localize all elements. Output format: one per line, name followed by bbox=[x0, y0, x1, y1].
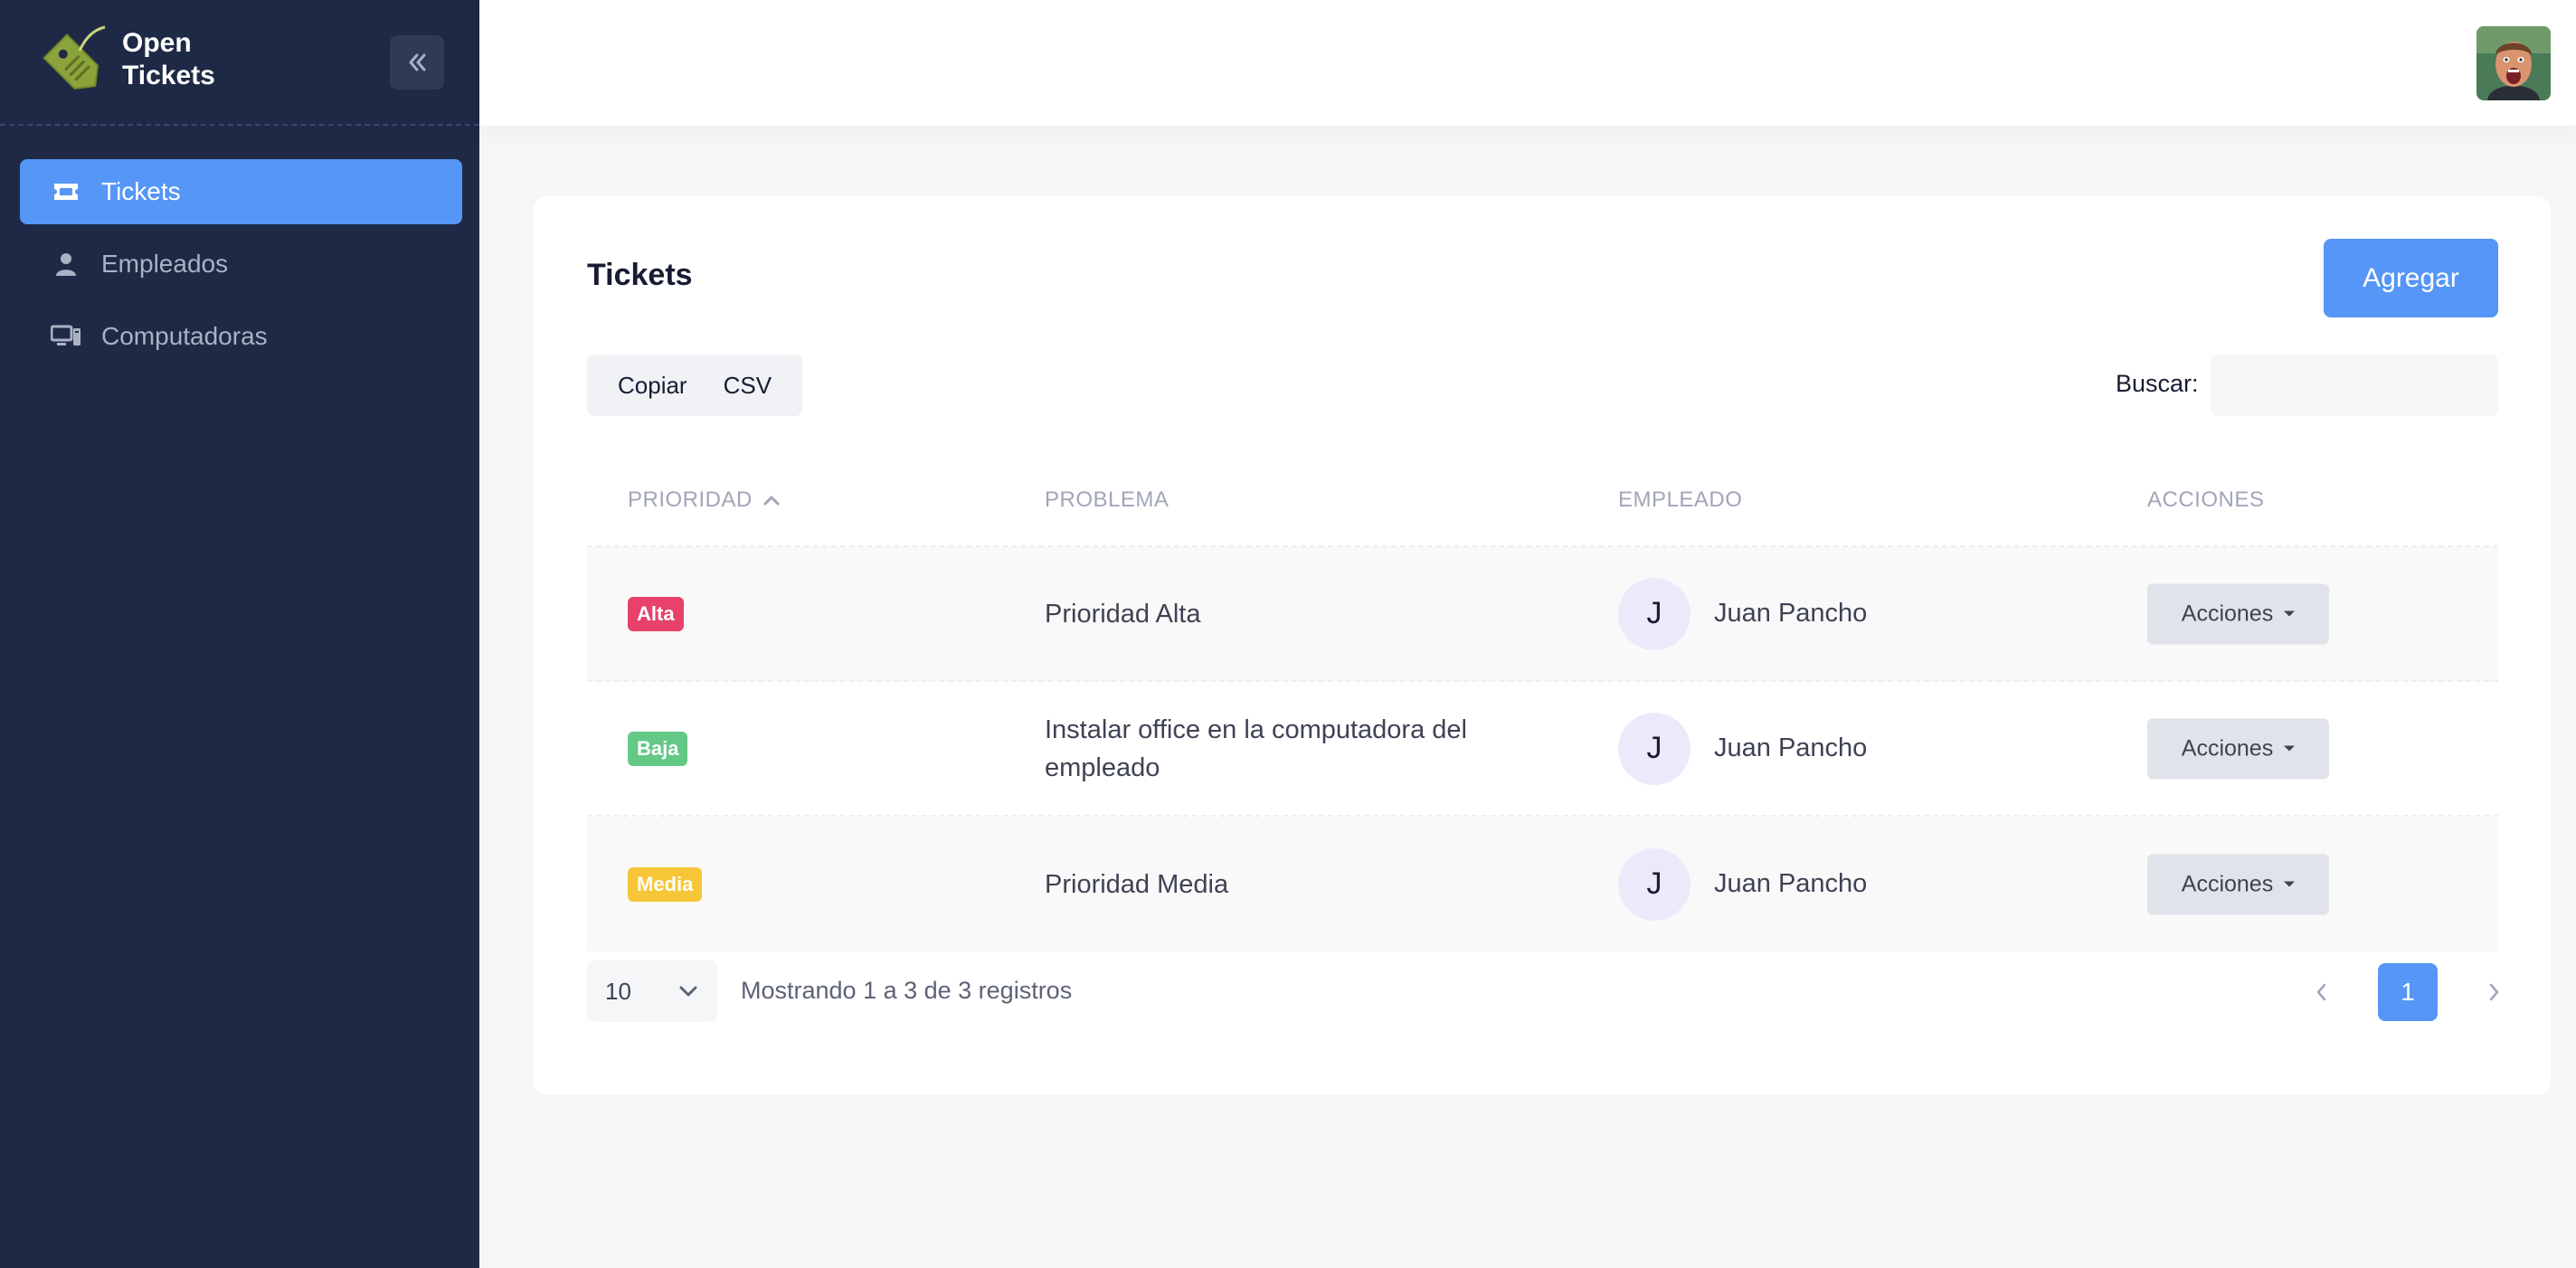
tag-logo-icon[interactable] bbox=[33, 24, 110, 101]
search-input[interactable] bbox=[2211, 355, 2498, 416]
copy-button[interactable]: Copiar bbox=[587, 372, 718, 400]
priority-cell: Media bbox=[628, 866, 703, 902]
page-title: Tickets bbox=[587, 258, 693, 292]
export-buttons: Copiar CSV bbox=[587, 355, 803, 416]
sidebar-item-label: Empleados bbox=[101, 250, 229, 278]
sidebar-header: Open Tickets bbox=[0, 0, 479, 126]
employee-name: Juan Pancho bbox=[1714, 869, 1868, 898]
tickets-table: PRIORIDAD PROBLEMA EMPLEADO ACCIONES Alt… bbox=[587, 451, 2498, 951]
employee-avatar: J bbox=[1618, 712, 1690, 785]
actions-label: Acciones bbox=[2181, 871, 2274, 896]
caret-down-icon bbox=[2284, 610, 2296, 617]
page-length-value: 10 bbox=[605, 977, 631, 1005]
employee-name: Juan Pancho bbox=[1714, 733, 1868, 762]
chevron-right-icon bbox=[2489, 983, 2499, 1001]
column-header-problema[interactable]: PROBLEMA bbox=[1045, 487, 1169, 513]
problem-cell: Prioridad Media bbox=[1045, 869, 1229, 899]
person-icon bbox=[51, 249, 81, 279]
caret-down-icon bbox=[2284, 745, 2296, 752]
app-name-line2: Tickets bbox=[122, 61, 215, 90]
column-header-label: PRIORIDAD bbox=[628, 487, 753, 512]
collapse-sidebar-button[interactable] bbox=[390, 35, 444, 90]
actions-label: Acciones bbox=[2181, 601, 2274, 626]
priority-badge: Media bbox=[628, 866, 703, 902]
caret-down-icon bbox=[2284, 881, 2296, 887]
chevron-down-icon bbox=[679, 986, 697, 997]
sidebar-item-empleados[interactable]: Empleados bbox=[20, 232, 462, 297]
sidebar-nav: Tickets Empleados Computadoras bbox=[0, 126, 479, 369]
problem-cell: Instalar office en la computadora del em… bbox=[1045, 714, 1467, 782]
actions-dropdown-button[interactable]: Acciones bbox=[2147, 718, 2329, 779]
table-row: Alta Prioridad Alta J Juan Pancho Accion… bbox=[587, 547, 2498, 682]
sidebar-item-tickets[interactable]: Tickets bbox=[20, 159, 462, 224]
problem-cell: Prioridad Alta bbox=[1045, 599, 1201, 629]
app-name-line1: Open bbox=[122, 28, 192, 58]
priority-badge: Baja bbox=[628, 731, 688, 766]
actions-cell: Acciones bbox=[2147, 854, 2329, 914]
user-avatar[interactable] bbox=[2477, 26, 2551, 100]
priority-cell: Baja bbox=[628, 731, 688, 766]
page-length-select[interactable]: 10 bbox=[587, 960, 717, 1022]
employee-avatar: J bbox=[1618, 577, 1690, 650]
pagination: 1 bbox=[2306, 963, 2510, 1021]
employee-cell: J Juan Pancho bbox=[1618, 847, 1868, 921]
ticket-icon bbox=[51, 176, 81, 207]
actions-dropdown-button[interactable]: Acciones bbox=[2147, 854, 2329, 914]
previous-page-button[interactable] bbox=[2306, 976, 2338, 1008]
priority-badge: Alta bbox=[628, 596, 684, 631]
column-header-empleado[interactable]: EMPLEADO bbox=[1618, 487, 1742, 513]
employee-avatar: J bbox=[1618, 847, 1690, 921]
next-page-button[interactable] bbox=[2477, 976, 2510, 1008]
table-header: PRIORIDAD PROBLEMA EMPLEADO ACCIONES bbox=[587, 451, 2498, 547]
column-header-acciones: ACCIONES bbox=[2147, 487, 2265, 512]
tickets-card: Tickets Agregar Copiar CSV Buscar: PRIOR… bbox=[534, 196, 2551, 1095]
csv-button[interactable]: CSV bbox=[718, 372, 802, 400]
table-info: Mostrando 1 a 3 de 3 registros bbox=[741, 977, 1073, 1004]
app-name: Open Tickets bbox=[122, 27, 215, 92]
sidebar: Open Tickets Tickets Empleados Computado… bbox=[0, 0, 479, 1268]
computer-icon bbox=[51, 321, 81, 352]
user-photo-icon bbox=[2477, 26, 2551, 100]
add-ticket-button[interactable]: Agregar bbox=[2324, 239, 2498, 317]
actions-cell: Acciones bbox=[2147, 583, 2329, 644]
column-header-prioridad[interactable]: PRIORIDAD bbox=[628, 487, 781, 513]
sort-ascending-icon bbox=[763, 496, 780, 506]
employee-cell: J Juan Pancho bbox=[1618, 712, 1868, 785]
table-row: Baja Instalar office en la computadora d… bbox=[587, 682, 2498, 817]
sidebar-item-label: Tickets bbox=[101, 177, 181, 205]
sidebar-item-computadoras[interactable]: Computadoras bbox=[20, 304, 462, 369]
search-label: Buscar: bbox=[2116, 370, 2199, 397]
chevron-left-icon bbox=[2316, 983, 2326, 1001]
table-row: Media Prioridad Media J Juan Pancho Acci… bbox=[587, 817, 2498, 951]
employee-name: Juan Pancho bbox=[1714, 599, 1868, 628]
top-header bbox=[479, 0, 2576, 126]
priority-cell: Alta bbox=[628, 596, 684, 631]
double-chevron-left-icon bbox=[409, 53, 426, 71]
actions-dropdown-button[interactable]: Acciones bbox=[2147, 583, 2329, 644]
employee-cell: J Juan Pancho bbox=[1618, 577, 1868, 650]
actions-label: Acciones bbox=[2181, 735, 2274, 761]
page-button-1[interactable]: 1 bbox=[2378, 963, 2438, 1021]
actions-cell: Acciones bbox=[2147, 718, 2329, 779]
sidebar-item-label: Computadoras bbox=[101, 322, 268, 350]
